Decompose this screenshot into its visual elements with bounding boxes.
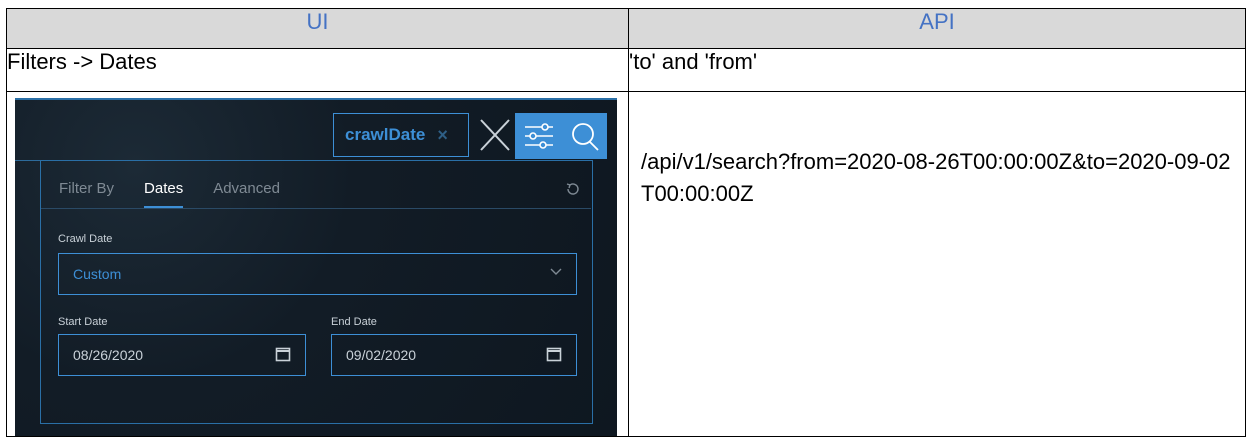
chevron-down-icon [550, 268, 562, 275]
filter-toggle-button[interactable] [515, 113, 563, 159]
comparison-table: UI API Filters -> Dates 'to' and 'from' … [6, 8, 1246, 437]
search-button[interactable] [563, 113, 607, 159]
sliders-icon [525, 123, 553, 149]
row-ui-filters-dates: Filters -> Dates [6, 48, 629, 92]
crawldate-filter-chip[interactable]: crawlDate × [333, 113, 469, 157]
start-date-value: 08/26/2020 [73, 347, 144, 363]
end-date-value: 09/02/2020 [346, 347, 417, 363]
tab-divider [41, 208, 591, 209]
start-date-label: Start Date [58, 316, 108, 328]
api-url-text: /api/v1/search?from=2020-08-26T00:00:00Z… [641, 149, 1231, 206]
filter-tabs: Filter By Dates Advanced [59, 180, 310, 209]
crawl-date-value: Custom [73, 266, 122, 282]
top-accent-line [15, 98, 617, 100]
start-date-input[interactable]: 08/26/2020 [58, 334, 306, 376]
tab-advanced[interactable]: Advanced [213, 180, 280, 197]
ui-screenshot-cell: crawlDate × Filter By Dates Advanced Cra… [6, 91, 629, 437]
header-api: API [628, 8, 1246, 49]
chip-remove-icon[interactable]: × [437, 125, 448, 146]
tab-dates[interactable]: Dates [144, 180, 184, 209]
filter-panel-screenshot: crawlDate × Filter By Dates Advanced Cra… [15, 98, 617, 436]
filter-panel: Filter By Dates Advanced Crawl Date Cust… [40, 160, 593, 424]
calendar-icon[interactable] [546, 346, 562, 362]
end-date-input[interactable]: 09/02/2020 [331, 334, 577, 376]
end-date-label: End Date [331, 316, 377, 328]
crawl-date-select[interactable]: Custom [58, 253, 577, 295]
header-ui: UI [6, 8, 629, 49]
calendar-icon[interactable] [275, 346, 291, 362]
close-icon[interactable] [477, 116, 513, 154]
row-api-to-from: 'to' and 'from' [628, 48, 1246, 92]
chip-label: crawlDate [345, 125, 426, 144]
tab-filter-by[interactable]: Filter By [59, 180, 114, 197]
crawl-date-label: Crawl Date [58, 233, 113, 245]
reset-icon[interactable] [565, 181, 581, 197]
api-cell: /api/v1/search?from=2020-08-26T00:00:00Z… [628, 91, 1246, 437]
search-icon [572, 123, 599, 151]
